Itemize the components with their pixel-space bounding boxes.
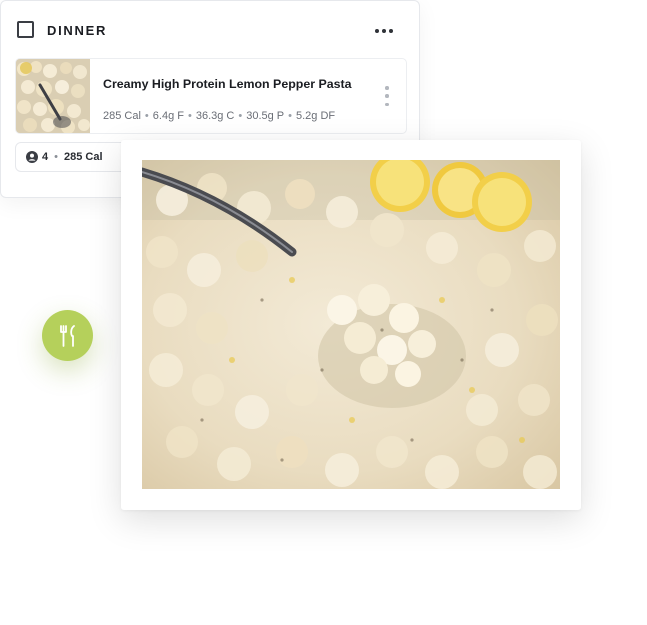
recipe-thumbnail xyxy=(16,59,90,133)
meal-title: DINNER xyxy=(47,23,108,38)
ellipsis-vertical-icon[interactable] xyxy=(383,86,391,106)
meal-checkbox[interactable] xyxy=(17,21,34,38)
utensils-glyph xyxy=(59,324,75,347)
servings-calories: 285 Cal xyxy=(63,151,103,163)
macro-calories: 285 Cal xyxy=(103,110,141,122)
recipe-macros: 285 Cal • 6.4g F • 36.3g C • 30.5g P • 5.2g DF xyxy=(103,110,336,122)
meal-header: DINNER xyxy=(17,19,403,43)
macro-carbs: 36.3g C xyxy=(195,110,235,122)
ellipsis-horizontal-icon[interactable] xyxy=(371,22,397,40)
macro-protein: 30.5g P xyxy=(246,110,285,122)
recipe-name[interactable]: Creamy High Protein Lemon Pepper Pasta xyxy=(103,77,352,91)
person-icon xyxy=(26,151,38,163)
recipe-row[interactable]: Creamy High Protein Lemon Pepper Pasta 2… xyxy=(15,58,407,134)
servings-count: 4 xyxy=(42,151,49,163)
recipe-photo xyxy=(142,160,560,489)
macro-fiber: 5.2g DF xyxy=(296,110,336,122)
utensils-icon[interactable] xyxy=(42,310,93,361)
macro-fat: 6.4g F xyxy=(152,110,184,122)
recipe-photo-card xyxy=(121,140,581,510)
